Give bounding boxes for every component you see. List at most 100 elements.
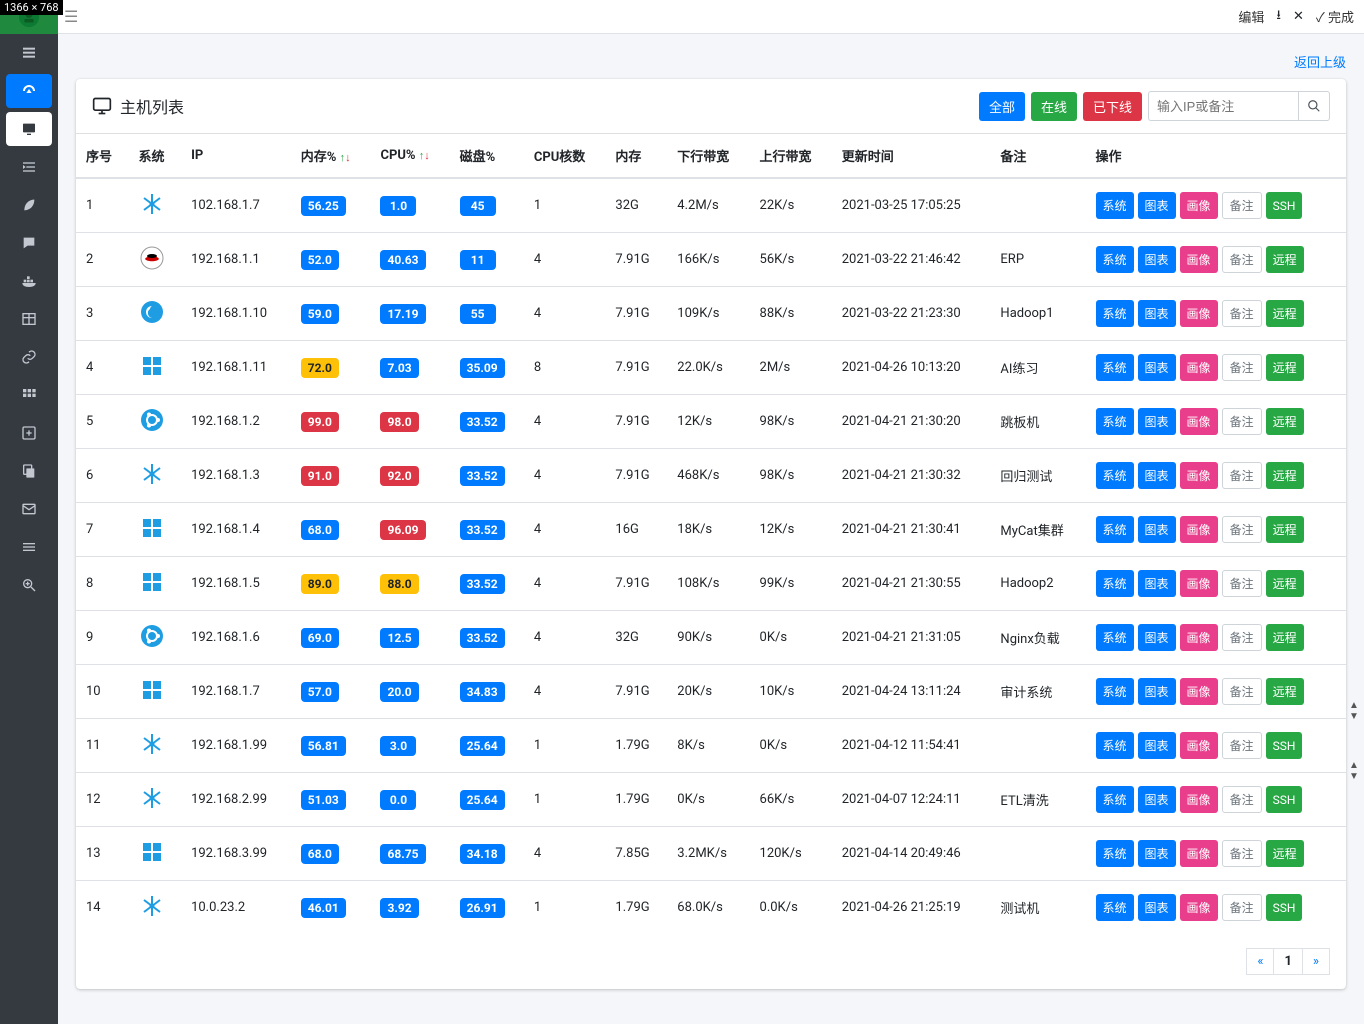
col-ip[interactable]: IP: [181, 134, 291, 178]
action-system-button[interactable]: 系统: [1096, 462, 1134, 489]
action-conn-button[interactable]: 远程: [1266, 354, 1304, 381]
filter-online-button[interactable]: 在线: [1031, 92, 1077, 121]
action-image-button[interactable]: 画像: [1180, 246, 1218, 273]
action-chart-button[interactable]: 图表: [1138, 786, 1176, 813]
action-system-button[interactable]: 系统: [1096, 354, 1134, 381]
nav-leaf-icon[interactable]: [0, 186, 58, 224]
col-os[interactable]: 系统: [129, 134, 182, 178]
nav-link-icon[interactable]: [0, 338, 58, 376]
action-note-button[interactable]: 备注: [1222, 246, 1262, 273]
col-remark[interactable]: 备注: [990, 134, 1085, 178]
action-note-button[interactable]: 备注: [1222, 624, 1262, 651]
action-image-button[interactable]: 画像: [1180, 516, 1218, 543]
scroll-down-icon[interactable]: ▲▼: [1348, 760, 1360, 782]
nav-copy-icon[interactable]: [0, 452, 58, 490]
action-conn-button[interactable]: 远程: [1266, 570, 1304, 597]
action-conn-button[interactable]: SSH: [1266, 732, 1303, 759]
action-system-button[interactable]: 系统: [1096, 246, 1134, 273]
col-ops[interactable]: 操作: [1086, 134, 1346, 178]
search-button[interactable]: [1298, 91, 1330, 121]
action-chart-button[interactable]: 图表: [1138, 516, 1176, 543]
action-chart-button[interactable]: 图表: [1138, 246, 1176, 273]
action-conn-button[interactable]: 远程: [1266, 462, 1304, 489]
col-updated[interactable]: 更新时间: [832, 134, 991, 178]
col-cores[interactable]: CPU核数: [524, 134, 606, 178]
filter-all-button[interactable]: 全部: [979, 92, 1025, 121]
action-system-button[interactable]: 系统: [1096, 570, 1134, 597]
nav-mail-icon[interactable]: [0, 490, 58, 528]
action-image-button[interactable]: 画像: [1180, 192, 1218, 219]
nav-monitor-icon[interactable]: [6, 112, 52, 146]
filter-offline-button[interactable]: 已下线: [1083, 92, 1142, 121]
search-input[interactable]: [1148, 91, 1298, 121]
done-button[interactable]: 完成: [1316, 7, 1354, 26]
action-conn-button[interactable]: 远程: [1266, 624, 1304, 651]
action-conn-button[interactable]: SSH: [1266, 786, 1303, 813]
close-icon[interactable]: ✕: [1293, 9, 1304, 24]
nav-list-icon[interactable]: [0, 34, 58, 72]
nav-indent-icon[interactable]: [0, 148, 58, 186]
col-mem[interactable]: 内存% ↑↓: [291, 134, 371, 178]
nav-bars-icon[interactable]: [0, 528, 58, 566]
action-system-button[interactable]: 系统: [1096, 840, 1134, 867]
nav-zoom-icon[interactable]: [0, 566, 58, 604]
action-chart-button[interactable]: 图表: [1138, 732, 1176, 759]
action-image-button[interactable]: 画像: [1180, 894, 1218, 921]
action-note-button[interactable]: 备注: [1222, 570, 1262, 597]
col-idx[interactable]: 序号: [76, 134, 129, 178]
action-system-button[interactable]: 系统: [1096, 894, 1134, 921]
action-image-button[interactable]: 画像: [1180, 732, 1218, 759]
col-down[interactable]: 下行带宽: [667, 134, 749, 178]
action-system-button[interactable]: 系统: [1096, 678, 1134, 705]
action-image-button[interactable]: 画像: [1180, 624, 1218, 651]
action-image-button[interactable]: 画像: [1180, 462, 1218, 489]
action-system-button[interactable]: 系统: [1096, 732, 1134, 759]
action-image-button[interactable]: 画像: [1180, 408, 1218, 435]
action-chart-button[interactable]: 图表: [1138, 354, 1176, 381]
action-chart-button[interactable]: 图表: [1138, 894, 1176, 921]
action-system-button[interactable]: 系统: [1096, 192, 1134, 219]
action-note-button[interactable]: 备注: [1222, 840, 1262, 867]
action-chart-button[interactable]: 图表: [1138, 462, 1176, 489]
action-system-button[interactable]: 系统: [1096, 300, 1134, 327]
hamburger-icon[interactable]: ☰: [64, 7, 78, 26]
breadcrumb-back[interactable]: 返回上级: [1294, 52, 1346, 71]
action-note-button[interactable]: 备注: [1222, 300, 1262, 327]
nav-plus-icon[interactable]: [0, 414, 58, 452]
nav-docker-icon[interactable]: [0, 262, 58, 300]
nav-dashboard-icon[interactable]: [6, 74, 52, 108]
action-system-button[interactable]: 系统: [1096, 786, 1134, 813]
nav-grid-icon[interactable]: [0, 376, 58, 414]
action-system-button[interactable]: 系统: [1096, 408, 1134, 435]
action-note-button[interactable]: 备注: [1222, 678, 1262, 705]
action-chart-button[interactable]: 图表: [1138, 840, 1176, 867]
action-chart-button[interactable]: 图表: [1138, 570, 1176, 597]
page-prev[interactable]: «: [1246, 948, 1274, 975]
action-chart-button[interactable]: 图表: [1138, 192, 1176, 219]
edit-button[interactable]: 编辑: [1238, 7, 1264, 26]
action-note-button[interactable]: 备注: [1222, 894, 1262, 921]
nav-table-icon[interactable]: [0, 300, 58, 338]
action-conn-button[interactable]: SSH: [1266, 894, 1303, 921]
action-conn-button[interactable]: 远程: [1266, 246, 1304, 273]
action-conn-button[interactable]: 远程: [1266, 408, 1304, 435]
action-image-button[interactable]: 画像: [1180, 840, 1218, 867]
action-note-button[interactable]: 备注: [1222, 786, 1262, 813]
page-1[interactable]: 1: [1273, 948, 1302, 975]
action-note-button[interactable]: 备注: [1222, 462, 1262, 489]
col-disk[interactable]: 磁盘%: [450, 134, 524, 178]
action-conn-button[interactable]: 远程: [1266, 678, 1304, 705]
action-system-button[interactable]: 系统: [1096, 624, 1134, 651]
action-image-button[interactable]: 画像: [1180, 678, 1218, 705]
action-note-button[interactable]: 备注: [1222, 408, 1262, 435]
col-cpu[interactable]: CPU% ↑↓: [370, 134, 449, 178]
action-chart-button[interactable]: 图表: [1138, 300, 1176, 327]
action-system-button[interactable]: 系统: [1096, 516, 1134, 543]
page-next[interactable]: »: [1302, 948, 1330, 975]
action-image-button[interactable]: 画像: [1180, 354, 1218, 381]
action-note-button[interactable]: 备注: [1222, 192, 1262, 219]
download-icon[interactable]: ⭳: [1276, 6, 1281, 28]
action-conn-button[interactable]: SSH: [1266, 192, 1303, 219]
action-chart-button[interactable]: 图表: [1138, 624, 1176, 651]
action-chart-button[interactable]: 图表: [1138, 678, 1176, 705]
